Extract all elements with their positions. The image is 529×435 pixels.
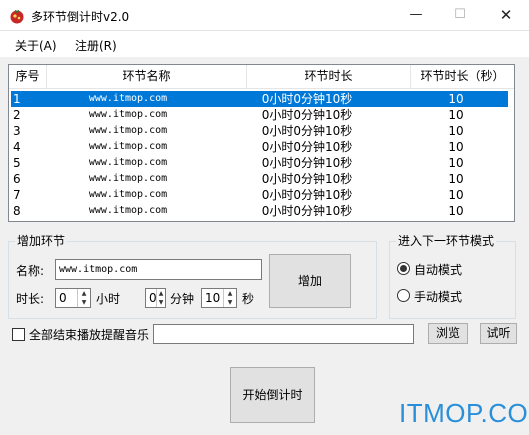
browse-button[interactable]: 浏览 [428, 323, 468, 344]
minutes-up-icon[interactable]: ▲ [157, 289, 165, 298]
seconds-up-icon[interactable]: ▲ [224, 289, 236, 298]
header-no[interactable]: 序号 [9, 65, 47, 89]
table-row[interactable]: 4 www.itmop.com 0小时0分钟10秒 10 [11, 139, 508, 155]
table-row[interactable]: 7 www.itmop.com 0小时0分钟10秒 10 [11, 187, 508, 203]
mode-group-title: 进入下一环节模式 [396, 234, 497, 248]
row-name: www.itmop.com [88, 189, 168, 200]
mode-group: 进入下一环节模式 [389, 234, 516, 319]
hours-value: 0 [59, 291, 67, 305]
row-name: www.itmop.com [88, 93, 168, 104]
row-duration: 0小时0分钟10秒 [261, 172, 353, 186]
row-seconds: 10 [448, 172, 464, 186]
manual-mode-radio[interactable] [397, 289, 410, 302]
row-duration: 0小时0分钟10秒 [261, 92, 353, 106]
row-duration: 0小时0分钟10秒 [261, 140, 353, 154]
table-row[interactable]: 2 www.itmop.com 0小时0分钟10秒 10 [11, 107, 508, 123]
auto-mode-label[interactable]: 自动模式 [414, 261, 462, 278]
minimize-button[interactable]: — [393, 0, 439, 31]
row-name: www.itmop.com [88, 109, 168, 120]
row-name: www.itmop.com [88, 157, 168, 168]
seconds-spinner[interactable]: 10 ▲ ▼ [201, 288, 237, 308]
menu-about[interactable]: 关于(A) [15, 37, 57, 54]
window-title: 多环节倒计时v2.0 [31, 10, 130, 24]
maximize-button[interactable]: ☐ [437, 0, 483, 31]
header-seconds[interactable]: 环节时长（秒） [411, 65, 514, 89]
table-row[interactable]: 1 www.itmop.com 0小时0分钟10秒 10 [11, 91, 508, 107]
row-duration: 0小时0分钟10秒 [261, 108, 353, 122]
hours-unit: 小时 [96, 292, 121, 306]
add-segment-title: 增加环节 [15, 234, 68, 248]
row-no: 1 [13, 92, 21, 106]
row-seconds: 10 [448, 140, 464, 154]
name-input[interactable]: www.itmop.com [55, 259, 262, 280]
minutes-spinner[interactable]: 0 ▲ ▼ [145, 288, 166, 308]
seconds-down-icon[interactable]: ▼ [224, 298, 236, 307]
hours-spinner[interactable]: 0 ▲ ▼ [55, 288, 91, 308]
radio-selected-dot [400, 265, 407, 272]
table-row[interactable]: 8 www.itmop.com 0小时0分钟10秒 10 [11, 203, 508, 219]
name-label: 名称: [16, 264, 45, 278]
row-no: 3 [13, 124, 21, 138]
segment-list[interactable]: 序号 环节名称 环节时长 环节时长（秒） 1 www.itmop.com 0小时0分… [8, 64, 515, 222]
duration-label: 时长: [16, 292, 45, 306]
hours-up-icon[interactable]: ▲ [78, 289, 90, 298]
table-row[interactable]: 5 www.itmop.com 0小时0分钟10秒 10 [11, 155, 508, 171]
test-listen-button[interactable]: 试听 [480, 323, 517, 344]
row-duration: 0小时0分钟10秒 [261, 204, 353, 218]
auto-mode-radio[interactable] [397, 262, 410, 275]
table-row[interactable]: 3 www.itmop.com 0小时0分钟10秒 10 [11, 123, 508, 139]
manual-mode-label[interactable]: 手动模式 [414, 288, 462, 305]
row-no: 7 [13, 188, 21, 202]
row-duration: 0小时0分钟10秒 [261, 188, 353, 202]
header-duration[interactable]: 环节时长 [247, 65, 411, 89]
row-seconds: 10 [448, 92, 464, 106]
watermark: ITMOP.COM [399, 398, 529, 428]
minutes-unit: 分钟 [170, 292, 195, 306]
seconds-value: 10 [205, 291, 221, 305]
row-name: www.itmop.com [88, 125, 168, 136]
row-no: 5 [13, 156, 21, 170]
close-button[interactable]: ✕ [483, 0, 529, 31]
app-icon [10, 9, 24, 24]
row-seconds: 10 [448, 124, 464, 138]
minutes-down-icon[interactable]: ▼ [157, 298, 165, 307]
menu-register[interactable]: 注册(R) [75, 37, 117, 54]
title-bar: 多环节倒计时v2.0 — ☐ ✕ [0, 0, 529, 31]
list-header: 序号 环节名称 环节时长 环节时长（秒） [9, 65, 514, 89]
music-path-input[interactable] [153, 324, 414, 344]
row-duration: 0小时0分钟10秒 [261, 124, 353, 138]
row-seconds: 10 [448, 156, 464, 170]
menu-bar: 关于(A) 注册(R) [0, 31, 529, 57]
add-button[interactable]: 增加 [269, 254, 351, 308]
music-checkbox-label[interactable]: 全部结束播放提醒音乐 [29, 326, 149, 343]
row-no: 4 [13, 140, 21, 154]
header-name[interactable]: 环节名称 [47, 65, 247, 89]
row-no: 8 [13, 204, 21, 218]
row-no: 2 [13, 108, 21, 122]
row-seconds: 10 [448, 108, 464, 122]
row-seconds: 10 [448, 204, 464, 218]
row-name: www.itmop.com [88, 173, 168, 184]
row-duration: 0小时0分钟10秒 [261, 156, 353, 170]
row-seconds: 10 [448, 188, 464, 202]
start-countdown-button[interactable]: 开始倒计时 [230, 367, 315, 423]
row-name: www.itmop.com [88, 205, 168, 216]
row-name: www.itmop.com [88, 141, 168, 152]
row-no: 6 [13, 172, 21, 186]
hours-down-icon[interactable]: ▼ [78, 298, 90, 307]
table-row[interactable]: 6 www.itmop.com 0小时0分钟10秒 10 [11, 171, 508, 187]
music-checkbox[interactable] [12, 328, 25, 341]
seconds-unit: 秒 [242, 292, 255, 306]
